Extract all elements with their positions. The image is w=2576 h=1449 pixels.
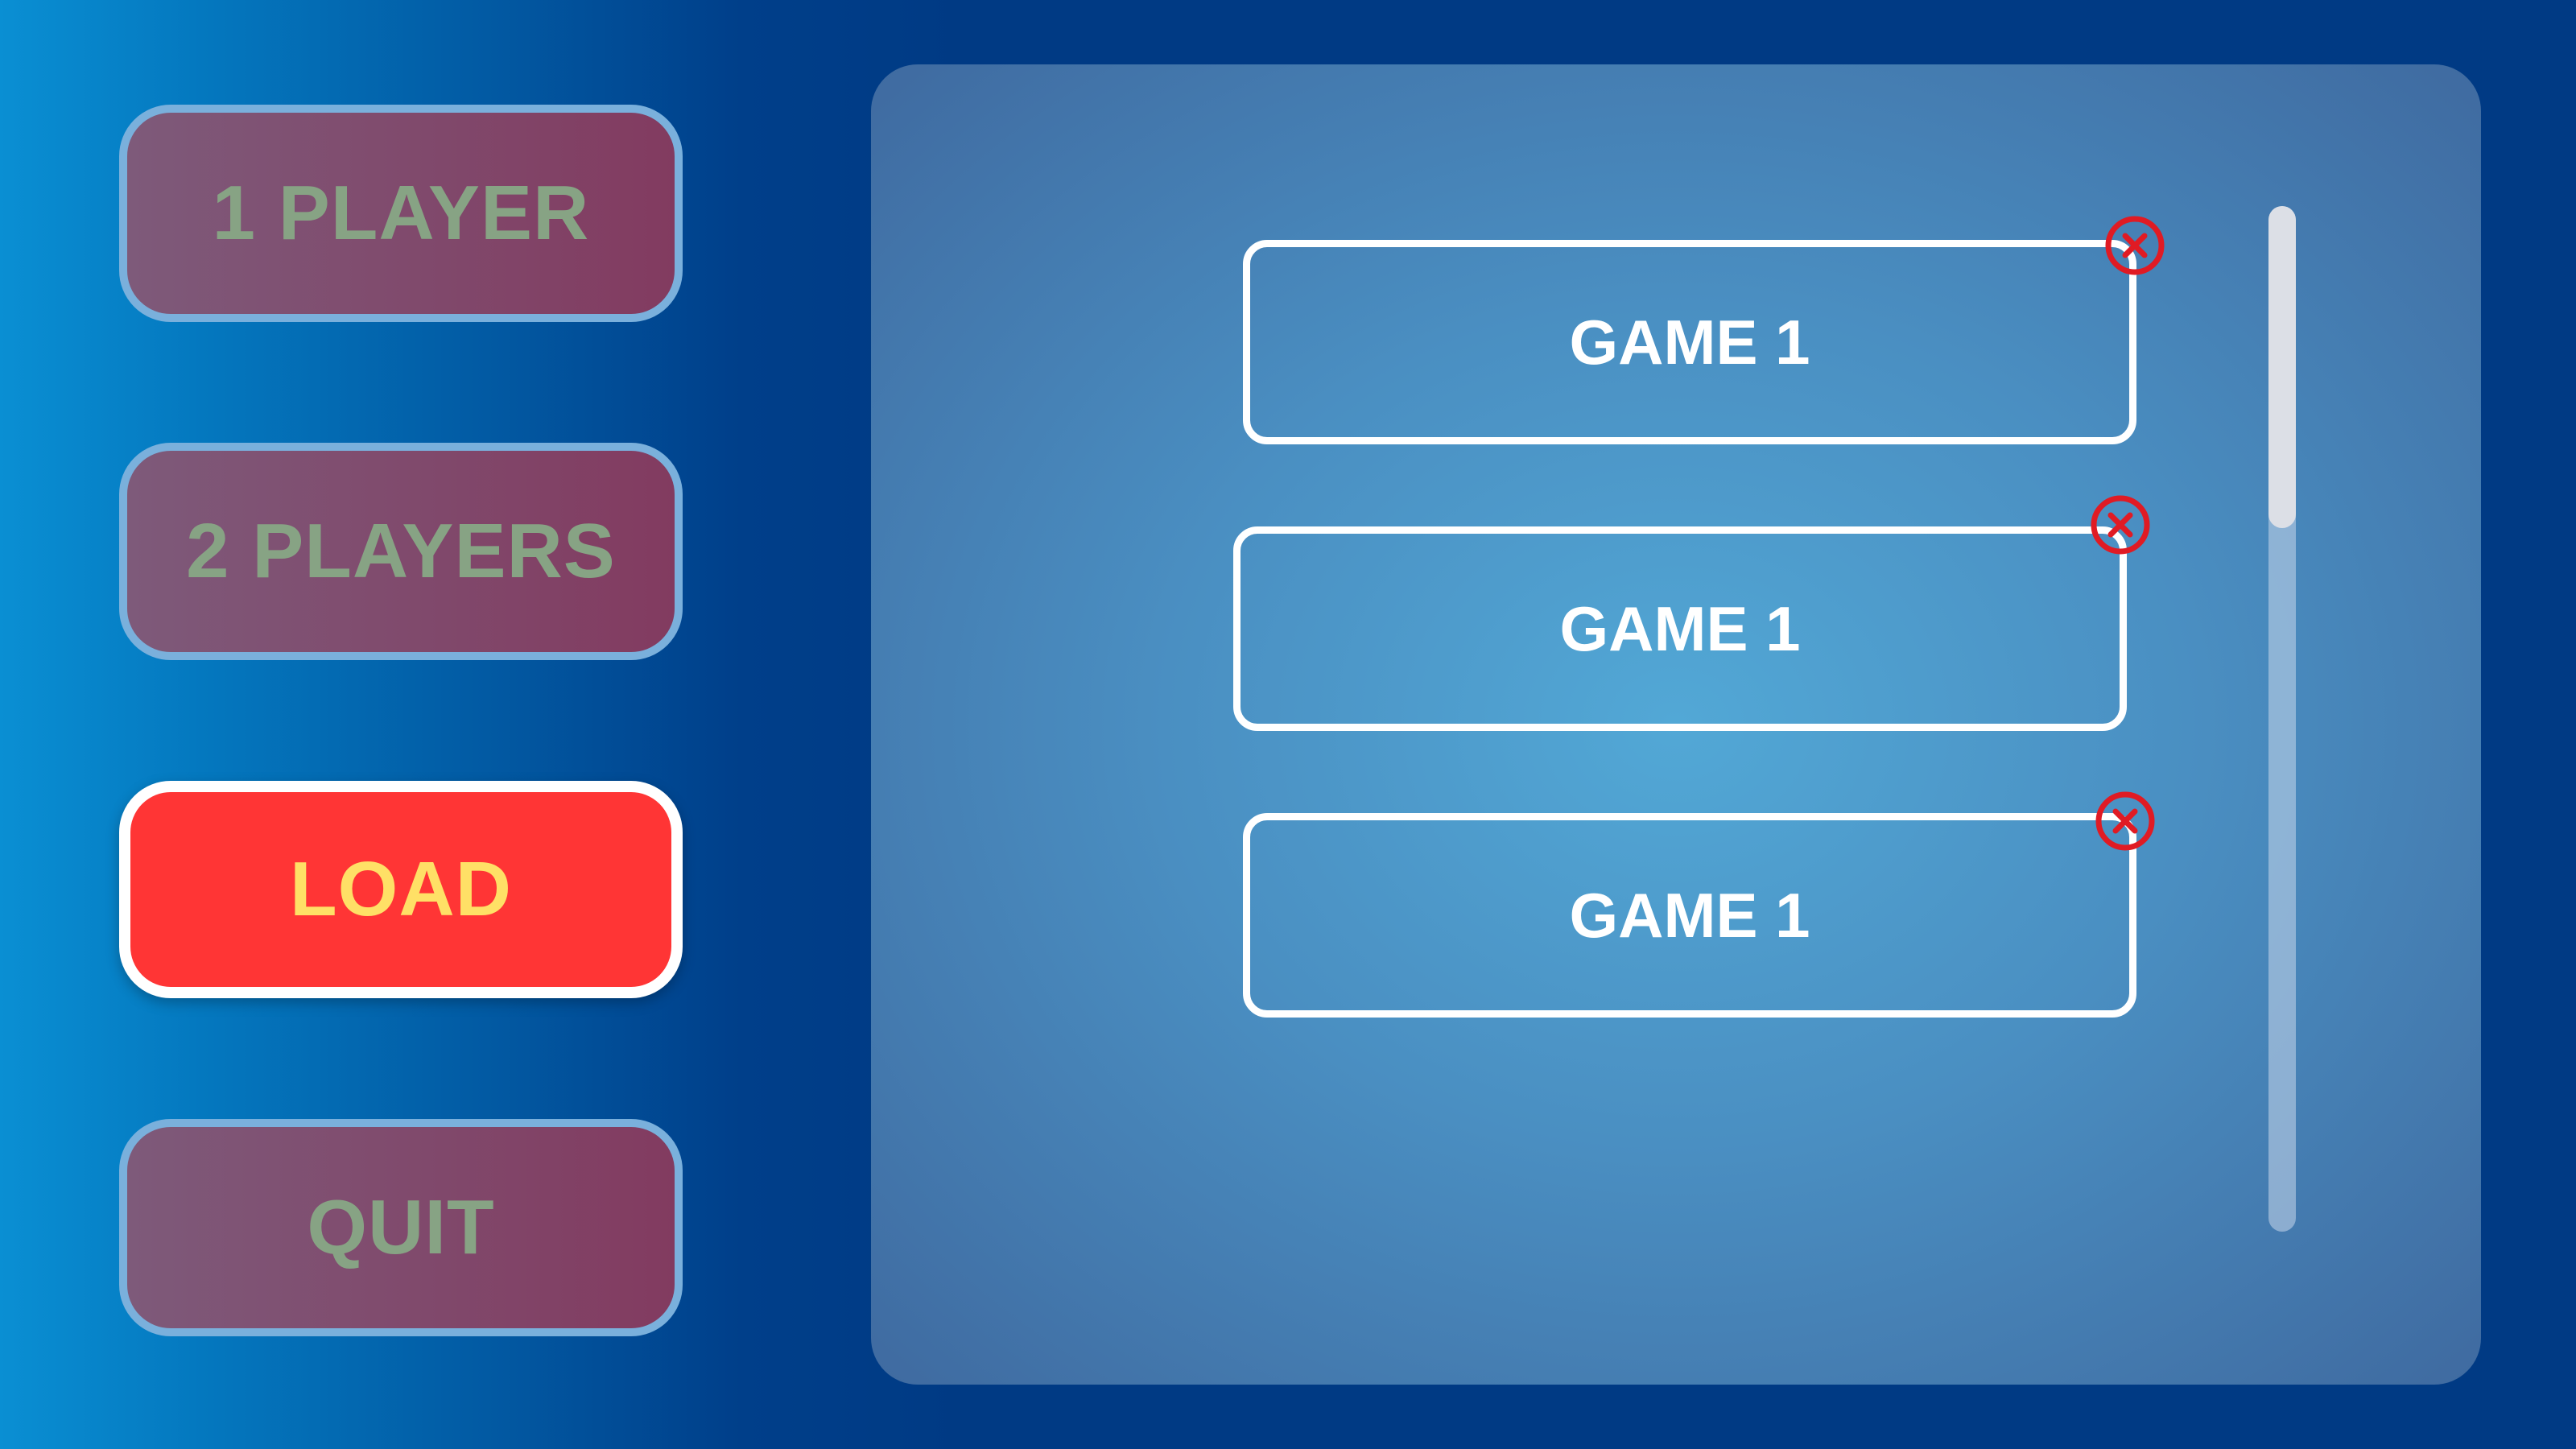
save-slot-3[interactable]: GAME 1 bbox=[1243, 813, 2136, 1018]
delete-save-2-button[interactable] bbox=[2088, 493, 2153, 557]
save-slot-2[interactable]: GAME 1 bbox=[1233, 526, 2127, 731]
close-circle-icon bbox=[2095, 791, 2155, 851]
saves-scrollbar[interactable] bbox=[2268, 206, 2296, 1232]
quit-button[interactable]: QUIT bbox=[119, 1119, 683, 1336]
close-circle-icon bbox=[2091, 495, 2150, 555]
delete-save-1-button[interactable] bbox=[2103, 213, 2167, 278]
two-players-button[interactable]: 2 PLAYERS bbox=[119, 443, 683, 660]
saves-scrollbar-thumb[interactable] bbox=[2268, 206, 2296, 528]
delete-save-3-button[interactable] bbox=[2093, 789, 2157, 853]
load-game-panel: GAME 1 GAME 1 GAME 1 bbox=[871, 64, 2481, 1385]
close-circle-icon bbox=[2105, 216, 2165, 275]
one-player-button[interactable]: 1 PLAYER bbox=[119, 105, 683, 322]
save-slot-1[interactable]: GAME 1 bbox=[1243, 240, 2136, 444]
load-button[interactable]: LOAD bbox=[119, 781, 683, 998]
